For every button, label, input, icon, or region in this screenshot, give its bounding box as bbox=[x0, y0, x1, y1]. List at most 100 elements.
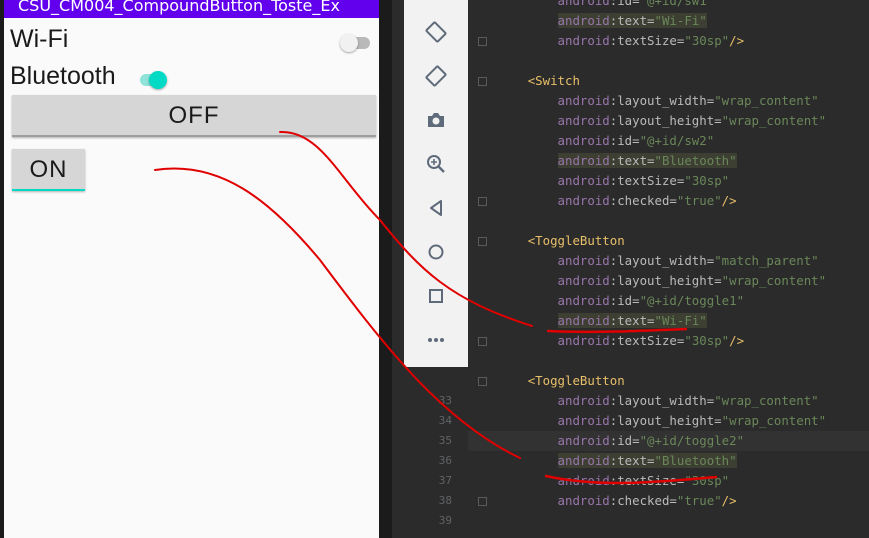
code-token: "Bluetooth" bbox=[654, 153, 737, 168]
code-line[interactable]: android:id="@+id/toggle2" bbox=[468, 431, 869, 451]
code-line[interactable]: <Switch bbox=[468, 71, 869, 91]
code-token: "30sp" bbox=[684, 333, 730, 348]
code-line[interactable] bbox=[468, 511, 869, 531]
code-token: :id= bbox=[609, 433, 640, 448]
code-line[interactable]: android:checked="true"/> bbox=[468, 191, 869, 211]
fold-marker-icon[interactable] bbox=[478, 37, 487, 46]
switch-bluetooth[interactable]: Bluetooth bbox=[10, 62, 370, 96]
code-token: :layout_height= bbox=[609, 413, 722, 428]
code-line[interactable]: android:textSize="30sp"/> bbox=[468, 31, 869, 51]
toggle-button-bluetooth[interactable]: ON bbox=[12, 149, 85, 191]
rotate-right-icon[interactable] bbox=[422, 62, 450, 90]
code-token: :layout_width= bbox=[609, 393, 715, 408]
fold-marker-icon[interactable] bbox=[478, 197, 487, 206]
code-line[interactable]: android:textSize="30sp" bbox=[468, 471, 869, 491]
code-token: "30sp" bbox=[684, 33, 730, 48]
code-token: android bbox=[557, 273, 610, 288]
code-line[interactable]: android:textSize="30sp" bbox=[468, 171, 869, 191]
switch-wifi-label: Wi-Fi bbox=[10, 25, 69, 53]
code-token: :checked= bbox=[609, 493, 677, 508]
fold-marker-icon[interactable] bbox=[478, 337, 487, 346]
code-line[interactable]: android:id="@+id/toggle1" bbox=[468, 291, 869, 311]
switch-wifi[interactable]: Wi-Fi bbox=[10, 25, 370, 59]
code-line[interactable]: android:text="Wi-Fi" bbox=[468, 11, 869, 31]
code-token: :textSize= bbox=[609, 173, 685, 188]
code-token: :layout_height= bbox=[609, 273, 722, 288]
code-token: "@+id/sw2" bbox=[639, 133, 715, 148]
switch-bluetooth-thumb[interactable] bbox=[149, 71, 167, 89]
more-icon[interactable] bbox=[422, 326, 450, 354]
camera-icon[interactable] bbox=[422, 106, 450, 134]
code-line[interactable] bbox=[468, 351, 869, 371]
switch-wifi-thumb[interactable] bbox=[340, 34, 358, 52]
code-line[interactable]: android:layout_height="wrap_content" bbox=[468, 111, 869, 131]
fold-marker-icon[interactable] bbox=[478, 77, 487, 86]
code-token: :text= bbox=[609, 13, 655, 28]
fold-marker-icon[interactable] bbox=[478, 377, 487, 386]
code-token: /> bbox=[729, 333, 745, 348]
code-token: "true" bbox=[676, 493, 722, 508]
fold-marker-icon[interactable] bbox=[478, 497, 487, 506]
home-icon[interactable] bbox=[422, 238, 450, 266]
code-line[interactable]: android:layout_width="match_parent" bbox=[468, 251, 869, 271]
code-token: android bbox=[557, 433, 610, 448]
code-line[interactable]: android:id="@+id/sw1" bbox=[468, 0, 869, 11]
code-line[interactable]: android:text="Bluetooth" bbox=[468, 151, 869, 171]
code-line[interactable]: android:text="Wi-Fi" bbox=[468, 311, 869, 331]
code-line[interactable]: android:layout_width="wrap_content" bbox=[468, 391, 869, 411]
line-number: 33 bbox=[438, 394, 452, 407]
fold-marker-icon[interactable] bbox=[478, 237, 487, 246]
line-number: 37 bbox=[438, 474, 452, 487]
zoom-in-icon[interactable] bbox=[422, 150, 450, 178]
emulator-toolbar bbox=[404, 0, 469, 367]
code-token: :textSize= bbox=[609, 473, 685, 488]
code-line[interactable] bbox=[468, 51, 869, 71]
code-token: <ToggleButton bbox=[527, 233, 625, 248]
code-token: android bbox=[557, 313, 610, 328]
code-token: /> bbox=[729, 33, 745, 48]
code-token: "wrap_content" bbox=[721, 413, 827, 428]
code-token: :text= bbox=[609, 313, 655, 328]
code-token: :id= bbox=[609, 293, 640, 308]
code-token: /> bbox=[721, 493, 737, 508]
code-line[interactable]: android:textSize="30sp"/> bbox=[468, 331, 869, 351]
code-line[interactable] bbox=[468, 211, 869, 231]
rotate-left-icon[interactable] bbox=[422, 18, 450, 46]
code-token: "wrap_content" bbox=[714, 393, 819, 408]
back-icon[interactable] bbox=[422, 194, 450, 222]
code-token: :id= bbox=[609, 133, 640, 148]
code-token: android bbox=[557, 293, 610, 308]
switch-bluetooth-label: Bluetooth bbox=[10, 62, 116, 90]
code-token: "wrap_content" bbox=[721, 113, 827, 128]
code-token: :textSize= bbox=[609, 33, 685, 48]
code-line[interactable]: android:layout_height="wrap_content" bbox=[468, 271, 869, 291]
code-token: android bbox=[557, 133, 610, 148]
code-token: <Switch bbox=[527, 73, 580, 88]
code-token: :text= bbox=[609, 453, 655, 468]
overview-icon[interactable] bbox=[422, 282, 450, 310]
code-token: android bbox=[557, 193, 610, 208]
code-line[interactable]: android:id="@+id/sw2" bbox=[468, 131, 869, 151]
code-token: android bbox=[557, 173, 610, 188]
toggle-button-wifi[interactable]: OFF bbox=[12, 95, 376, 137]
code-token: android bbox=[557, 153, 610, 168]
code-line[interactable]: <ToggleButton bbox=[468, 231, 869, 251]
code-line[interactable]: android:text="Bluetooth" bbox=[468, 451, 869, 471]
code-editor[interactable]: android:id="@+id/sw1" android:text="Wi-F… bbox=[439, 0, 869, 538]
code-token: <ToggleButton bbox=[527, 373, 625, 388]
code-token: /> bbox=[721, 193, 737, 208]
line-number: 36 bbox=[438, 454, 452, 467]
phone-screen: CSU_CM004_CompoundButton_Toste_Ex Wi-Fi … bbox=[4, 0, 379, 538]
code-line[interactable]: android:checked="true"/> bbox=[468, 491, 869, 511]
code-token: :textSize= bbox=[609, 333, 685, 348]
code-token: :layout_width= bbox=[609, 253, 715, 268]
code-token: :text= bbox=[609, 153, 655, 168]
app-bar: CSU_CM004_CompoundButton_Toste_Ex bbox=[4, 0, 379, 18]
code-token: "Wi-Fi" bbox=[654, 13, 707, 28]
code-line[interactable]: android:layout_height="wrap_content" bbox=[468, 411, 869, 431]
code-line[interactable]: android:layout_width="wrap_content" bbox=[468, 91, 869, 111]
toggle-wifi-indicator bbox=[12, 135, 376, 137]
code-line[interactable]: <ToggleButton bbox=[468, 371, 869, 391]
code-token: android bbox=[557, 413, 610, 428]
line-number: 35 bbox=[438, 434, 452, 447]
